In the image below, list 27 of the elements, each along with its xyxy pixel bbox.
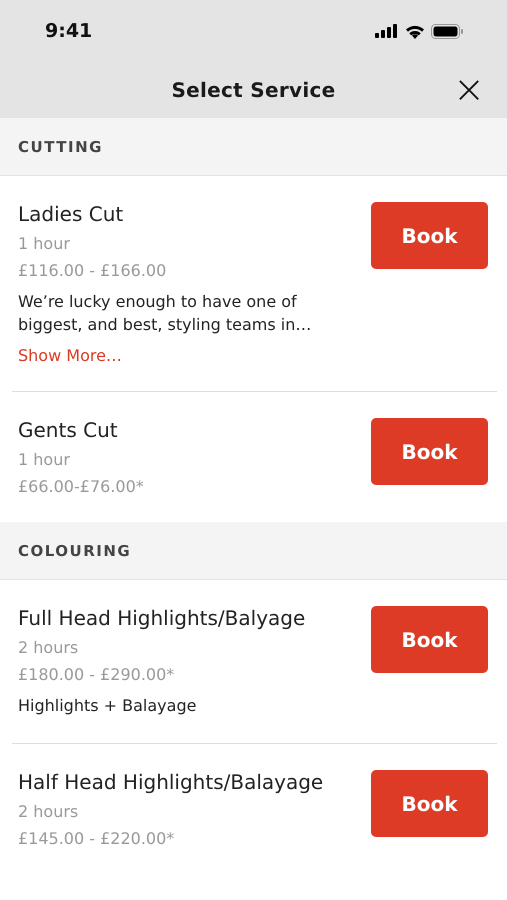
book-button[interactable]: Book [371,770,488,837]
service-name: Full Head Highlights/Balyage [18,606,306,630]
wifi-icon [405,24,425,38]
status-time: 9:41 [45,20,92,42]
service-price: £145.00 - £220.00* [18,829,176,848]
service-name: Half Head Highlights/Balayage [18,770,324,794]
battery-icon [431,24,463,38]
section-title: COLOURING [18,542,132,560]
book-button[interactable]: Book [371,202,488,269]
section-title: CUTTING [18,138,103,156]
service-price: £180.00 - £290.00* [18,665,176,684]
signal-icon [375,24,399,38]
service-price: £66.00-£76.00* [18,477,144,496]
service-description: We’re lucky enough to have one of biggest, and best, styling teams in… [18,291,312,336]
book-button[interactable]: Book [371,606,488,673]
service-name: Gents Cut [18,418,119,442]
service-duration: 1 hour [18,234,71,253]
service-duration: 1 hour [18,450,71,469]
service-description: Highlights + Balayage [18,695,198,717]
close-button[interactable]: × [449,70,489,108]
screen-title: Select Service [171,78,336,102]
service-name: Ladies Cut [18,202,124,226]
service-duration: 2 hours [18,638,80,657]
service-price: £116.00 - £166.00 [18,261,168,280]
book-button[interactable]: Book [371,418,488,485]
service-duration: 2 hours [18,802,80,821]
show-more-link[interactable]: Show More… [18,346,348,365]
